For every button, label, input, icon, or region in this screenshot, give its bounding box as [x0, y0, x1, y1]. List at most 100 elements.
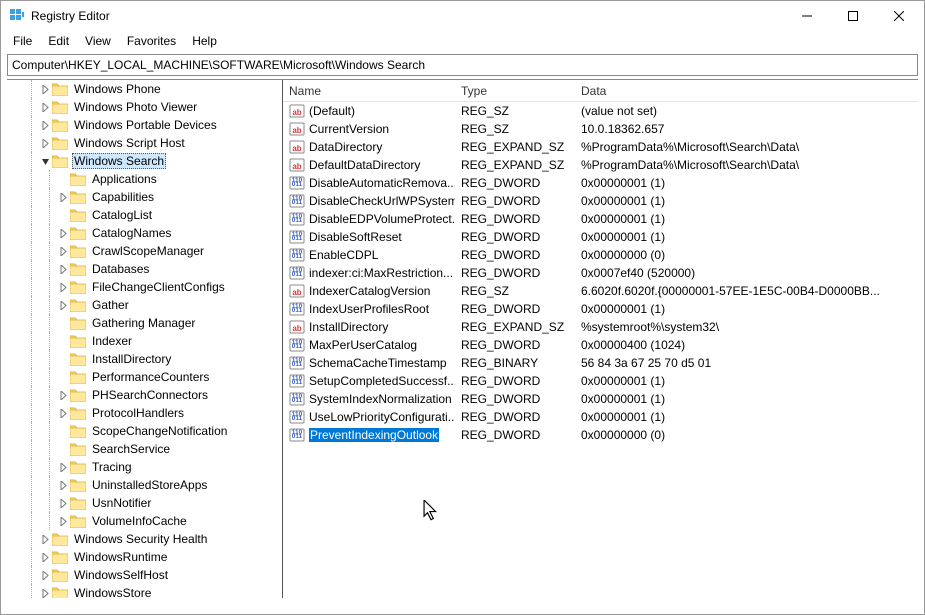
expand-toggle[interactable] [57, 245, 69, 257]
tree-node[interactable]: CatalogList [7, 206, 282, 224]
tree-node[interactable]: Capabilities [7, 188, 282, 206]
expand-toggle[interactable] [57, 191, 69, 203]
value-row[interactable]: 011110EnableCDPL REG_DWORD 0x00000000 (0… [283, 246, 918, 264]
tree-node[interactable]: WindowsRuntime [7, 548, 282, 566]
tree-label: Windows Script Host [72, 136, 187, 150]
tree-node[interactable]: UsnNotifier [7, 494, 282, 512]
folder-icon [52, 154, 68, 168]
expand-toggle[interactable] [57, 335, 69, 347]
expand-toggle[interactable] [57, 515, 69, 527]
tree-node[interactable]: FileChangeClientConfigs [7, 278, 282, 296]
expand-toggle[interactable] [57, 263, 69, 275]
tree-pane[interactable]: Windows Phone Windows Photo Viewer Windo… [7, 80, 283, 598]
menu-edit[interactable]: Edit [42, 32, 75, 50]
expand-toggle[interactable] [57, 479, 69, 491]
horizontal-scrollbar[interactable] [7, 598, 918, 614]
expand-toggle[interactable] [39, 587, 51, 598]
value-row[interactable]: 011110IndexUserProfilesRoot REG_DWORD 0x… [283, 300, 918, 318]
value-row[interactable]: abIndexerCatalogVersion REG_SZ 6.6020f.6… [283, 282, 918, 300]
value-row[interactable]: ab(Default) REG_SZ (value not set) [283, 102, 918, 120]
value-row[interactable]: abDefaultDataDirectory REG_EXPAND_SZ %Pr… [283, 156, 918, 174]
value-row[interactable]: 011110DisableEDPVolumeProtect... REG_DWO… [283, 210, 918, 228]
expand-toggle[interactable] [39, 101, 51, 113]
value-row[interactable]: 011110DisableAutomaticRemova... REG_DWOR… [283, 174, 918, 192]
tree-node[interactable]: Gathering Manager [7, 314, 282, 332]
tree-label: CatalogNames [90, 226, 173, 240]
value-row[interactable]: 011110DisableCheckUrlWPSystem REG_DWORD … [283, 192, 918, 210]
expand-toggle[interactable] [39, 155, 51, 167]
expand-toggle[interactable] [39, 533, 51, 545]
tree-node[interactable]: Windows Portable Devices [7, 116, 282, 134]
value-row[interactable]: 011110PreventIndexingOutlook REG_DWORD 0… [283, 426, 918, 444]
value-row[interactable]: 011110indexer:ci:MaxRestriction... REG_D… [283, 264, 918, 282]
column-name[interactable]: Name [283, 80, 455, 102]
list-pane[interactable]: Name Type Data ab(Default) REG_SZ (value… [283, 80, 918, 598]
value-row[interactable]: 011110SchemaCacheTimestamp REG_BINARY 56… [283, 354, 918, 372]
tree-node[interactable]: Indexer [7, 332, 282, 350]
address-bar[interactable]: Computer\HKEY_LOCAL_MACHINE\SOFTWARE\Mic… [7, 54, 918, 76]
tree-node[interactable]: InstallDirectory [7, 350, 282, 368]
expand-toggle[interactable] [57, 299, 69, 311]
tree-node[interactable]: SearchService [7, 440, 282, 458]
tree-node[interactable]: CrawlScopeManager [7, 242, 282, 260]
expand-toggle[interactable] [39, 83, 51, 95]
expand-toggle[interactable] [57, 461, 69, 473]
tree-node[interactable]: Applications [7, 170, 282, 188]
value-data: 0x0007ef40 (520000) [575, 266, 918, 280]
tree-node[interactable]: Tracing [7, 458, 282, 476]
menu-help[interactable]: Help [186, 32, 223, 50]
menu-view[interactable]: View [79, 32, 117, 50]
titlebar[interactable]: Registry Editor [1, 1, 924, 31]
tree-node[interactable]: Windows Phone [7, 80, 282, 98]
tree-node[interactable]: Windows Search [7, 152, 282, 170]
tree-node[interactable]: Gather [7, 296, 282, 314]
expand-toggle[interactable] [57, 209, 69, 221]
expand-toggle[interactable] [57, 389, 69, 401]
expand-toggle[interactable] [57, 425, 69, 437]
maximize-button[interactable] [830, 1, 876, 31]
column-data[interactable]: Data [575, 80, 918, 102]
tree-node[interactable]: Windows Photo Viewer [7, 98, 282, 116]
tree-node[interactable]: UninstalledStoreApps [7, 476, 282, 494]
close-button[interactable] [876, 1, 922, 31]
expand-toggle[interactable] [57, 497, 69, 509]
value-name: DisableCheckUrlWPSystem [309, 194, 455, 208]
value-row[interactable]: abDataDirectory REG_EXPAND_SZ %ProgramDa… [283, 138, 918, 156]
value-row[interactable]: 011110SystemIndexNormalization REG_DWORD… [283, 390, 918, 408]
tree-node[interactable]: Windows Script Host [7, 134, 282, 152]
value-row[interactable]: abInstallDirectory REG_EXPAND_SZ %system… [283, 318, 918, 336]
expand-toggle[interactable] [57, 353, 69, 365]
expand-toggle[interactable] [39, 137, 51, 149]
column-type[interactable]: Type [455, 80, 575, 102]
value-row[interactable]: 011110SetupCompletedSuccessf... REG_DWOR… [283, 372, 918, 390]
expand-toggle[interactable] [57, 317, 69, 329]
tree-node[interactable]: WindowsSelfHost [7, 566, 282, 584]
tree-node[interactable]: VolumeInfoCache [7, 512, 282, 530]
tree-node[interactable]: PHSearchConnectors [7, 386, 282, 404]
tree-node[interactable]: PerformanceCounters [7, 368, 282, 386]
value-row[interactable]: 011110MaxPerUserCatalog REG_DWORD 0x0000… [283, 336, 918, 354]
expand-toggle[interactable] [57, 173, 69, 185]
expand-toggle[interactable] [57, 443, 69, 455]
value-row[interactable]: 011110UseLowPriorityConfigurati... REG_D… [283, 408, 918, 426]
menu-favorites[interactable]: Favorites [121, 32, 182, 50]
expand-toggle[interactable] [57, 407, 69, 419]
tree-node[interactable]: WindowsStore [7, 584, 282, 598]
menu-file[interactable]: File [7, 32, 38, 50]
expand-toggle[interactable] [57, 281, 69, 293]
tree-node[interactable]: ProtocolHandlers [7, 404, 282, 422]
value-row[interactable]: abCurrentVersion REG_SZ 10.0.18362.657 [283, 120, 918, 138]
expand-toggle[interactable] [57, 227, 69, 239]
tree-node[interactable]: Databases [7, 260, 282, 278]
binary-value-icon: 011110 [289, 265, 305, 281]
expand-toggle[interactable] [57, 371, 69, 383]
folder-icon [70, 244, 86, 258]
tree-node[interactable]: Windows Security Health [7, 530, 282, 548]
tree-node[interactable]: CatalogNames [7, 224, 282, 242]
minimize-button[interactable] [784, 1, 830, 31]
expand-toggle[interactable] [39, 569, 51, 581]
tree-node[interactable]: ScopeChangeNotification [7, 422, 282, 440]
expand-toggle[interactable] [39, 119, 51, 131]
expand-toggle[interactable] [39, 551, 51, 563]
value-row[interactable]: 011110DisableSoftReset REG_DWORD 0x00000… [283, 228, 918, 246]
